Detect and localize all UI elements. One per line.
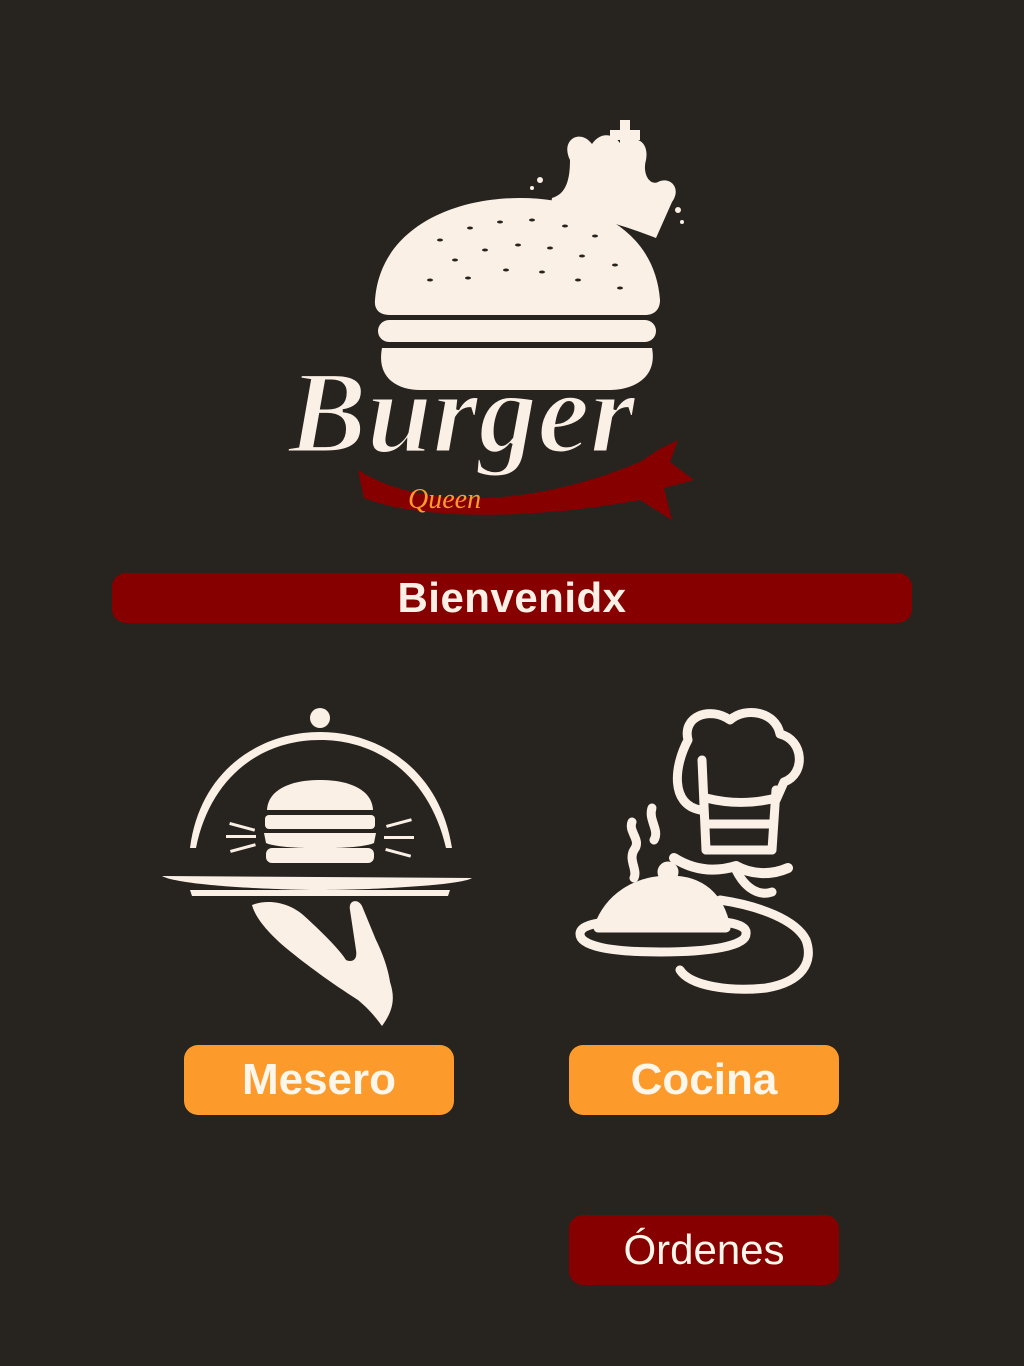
cocina-button[interactable]: Cocina (569, 1045, 839, 1115)
burger-queen-logo: Queen Burger (270, 110, 770, 540)
waiter-serving-burger-icon[interactable] (160, 700, 480, 1035)
welcome-banner: Bienvenidx (112, 573, 912, 623)
burger-queen-logo-icon: Queen Burger (285, 120, 694, 520)
ordenes-button[interactable]: Órdenes (569, 1215, 839, 1285)
welcome-text: Bienvenidx (397, 574, 627, 621)
chef-with-mustache-icon[interactable] (570, 700, 835, 1000)
logo-queen-text: Queen (408, 484, 481, 515)
logo-burger-text: Burger (286, 347, 637, 478)
mesero-button[interactable]: Mesero (184, 1045, 454, 1115)
